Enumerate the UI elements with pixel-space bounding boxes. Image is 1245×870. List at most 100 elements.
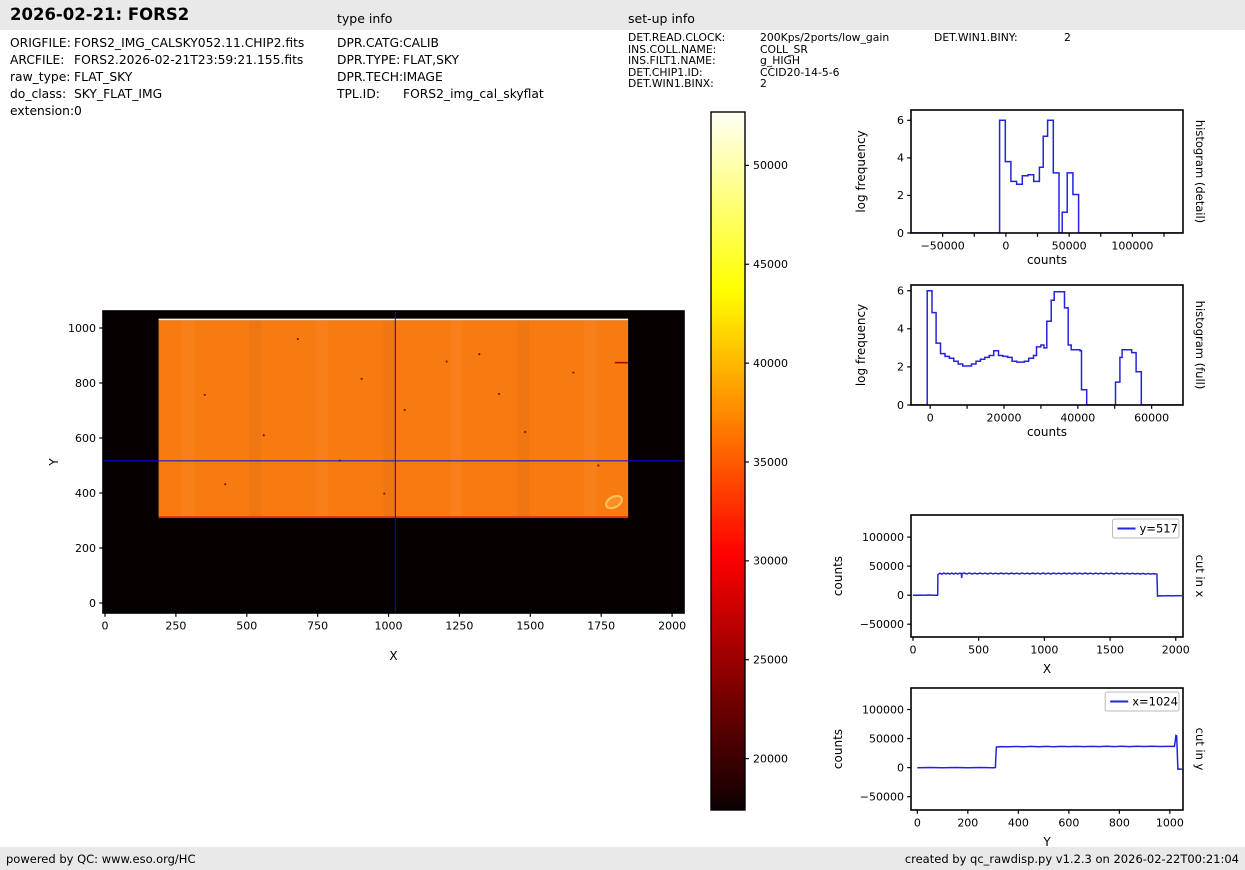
hot-pixel xyxy=(445,360,448,363)
image-bottom-edge xyxy=(158,516,629,518)
tick-label: 500 xyxy=(968,644,989,657)
y-axis-label: log frequency xyxy=(854,304,868,386)
tick-label: 500 xyxy=(236,620,257,633)
tick-label: 6 xyxy=(897,285,904,298)
tick-label: 400 xyxy=(1008,817,1029,830)
plots-canvas: 0 250 500 750 1000 1250 1500 1750 20000200400600… xyxy=(47,109,1207,849)
y-axis-label: log frequency xyxy=(854,130,868,212)
tick-label: 50000 xyxy=(753,159,788,172)
tick-label: 800 xyxy=(1109,817,1130,830)
footer-created-by: created by qc_rawdisp.py v1.2.3 on 2026-… xyxy=(904,852,1239,866)
flat-field-band xyxy=(249,320,261,517)
data-line xyxy=(911,119,1183,233)
hot-pixel xyxy=(597,464,600,467)
flat-field-band xyxy=(517,320,529,517)
tick-label: 40000 xyxy=(753,357,788,370)
tick-label: 250 xyxy=(165,620,186,633)
x-axis-label: counts xyxy=(1027,253,1067,267)
data-line xyxy=(912,572,1182,597)
tick-label: 100000 xyxy=(1111,240,1153,253)
x-axis-label: counts xyxy=(1027,425,1067,439)
tick-label: 200 xyxy=(75,542,96,555)
tick-label: 2 xyxy=(897,361,904,374)
tick-label: 1000 xyxy=(1030,644,1058,657)
tick-label: 1500 xyxy=(1096,644,1124,657)
tick-label: 0 xyxy=(914,817,921,830)
histogram-detail: −50000 0 50000 100000 0 2 4 6 counts log frequenc… xyxy=(854,109,1207,267)
flat-field-band xyxy=(585,320,597,517)
tick-label: 20000 xyxy=(753,752,788,765)
tick-label: 0 xyxy=(1002,240,1009,253)
flat-field-band xyxy=(383,320,395,517)
tick-label: 4 xyxy=(897,152,904,165)
tick-label: 1000 xyxy=(68,322,96,335)
tick-label: −50000 xyxy=(860,618,904,631)
tick-label: 100000 xyxy=(862,531,904,544)
hot-pixel xyxy=(383,492,386,495)
tick-label: 4 xyxy=(897,323,904,336)
qc-report-page: 2026-02-21: FORS2 type info set-up info … xyxy=(0,0,1245,870)
tick-label: 1000 xyxy=(1156,817,1184,830)
hot-pixel xyxy=(572,371,575,374)
tick-label: 100000 xyxy=(862,703,904,716)
hot-pixel xyxy=(498,392,501,396)
tick-label: 2 xyxy=(897,189,904,202)
tick-label: 600 xyxy=(1058,817,1079,830)
tick-label: 800 xyxy=(75,377,96,390)
tick-label: 1000 xyxy=(375,620,403,633)
tick-label: 25000 xyxy=(753,654,788,667)
flat-field-band xyxy=(182,320,194,517)
tick-label: 6 xyxy=(897,114,904,127)
tick-label: −50000 xyxy=(921,240,965,253)
hot-pixel xyxy=(224,483,227,486)
tick-label: 50000 xyxy=(869,560,904,573)
tick-label: 0 xyxy=(89,597,96,610)
y-axis-label: Y xyxy=(47,458,61,467)
colorbar-gradient xyxy=(711,112,745,810)
x-axis-label: X xyxy=(389,649,397,663)
tick-label: 0 xyxy=(897,589,904,602)
saturated-top-row xyxy=(158,318,629,321)
hot-pixel xyxy=(360,377,363,380)
tick-label: 35000 xyxy=(753,456,788,469)
tick-label: −50000 xyxy=(860,790,904,803)
tick-label: 1500 xyxy=(516,620,544,633)
right-axis-label: histogram (detail) xyxy=(1193,120,1207,223)
tick-label: 0 xyxy=(909,644,916,657)
data-line xyxy=(917,734,1183,771)
data-line xyxy=(911,289,1182,405)
x-axis-label: X xyxy=(1043,662,1051,676)
hot-pixel xyxy=(524,430,527,434)
cut-in-y: 0 200 400 600 800 1000−50000050000100000Ycoun… xyxy=(831,687,1207,849)
footer-bar: powered by QC: www.eso.org/HC created by… xyxy=(0,847,1245,870)
tick-label: 0 xyxy=(897,399,904,412)
right-axis-label: histogram (full) xyxy=(1193,301,1207,390)
tick-label: 2000 xyxy=(1162,644,1190,657)
tick-label: 0 xyxy=(927,412,934,425)
footer-powered-by: powered by QC: www.eso.org/HC xyxy=(6,852,196,866)
raw-image-panel: 0 250 500 750 1000 1250 1500 1750 2000 0 200 400 600… xyxy=(47,310,686,663)
tick-label: 60000 xyxy=(1134,412,1169,425)
right-axis-label: cut in x xyxy=(1193,555,1207,598)
hot-pixel xyxy=(403,408,406,412)
legend-label: y=517 xyxy=(1140,522,1178,536)
tick-label: 400 xyxy=(75,487,96,500)
flat-field-band xyxy=(316,320,328,517)
tick-label: 1250 xyxy=(445,620,473,633)
tick-label: 600 xyxy=(75,432,96,445)
tick-label: 45000 xyxy=(753,258,788,271)
legend-label: x=1024 xyxy=(1132,695,1178,709)
tick-label: 750 xyxy=(307,620,328,633)
tick-label: 0 xyxy=(897,227,904,240)
tick-label: 0 xyxy=(897,761,904,774)
flat-field-band xyxy=(450,320,462,517)
tick-label: 50000 xyxy=(1052,240,1087,253)
colorbar: 20000 25000 30000 35000 40000 45000 50000 xyxy=(710,111,788,811)
cut-in-x: 0 500 1000 1500 2000 −50000 0 50000 100000 Xcount… xyxy=(831,514,1207,676)
hot-pixel xyxy=(296,337,299,341)
hot-pixel xyxy=(262,434,265,437)
tick-label: 1750 xyxy=(587,620,615,633)
hot-pixel xyxy=(478,353,481,356)
tick-label: 50000 xyxy=(869,732,904,745)
tick-label: 200 xyxy=(957,817,978,830)
